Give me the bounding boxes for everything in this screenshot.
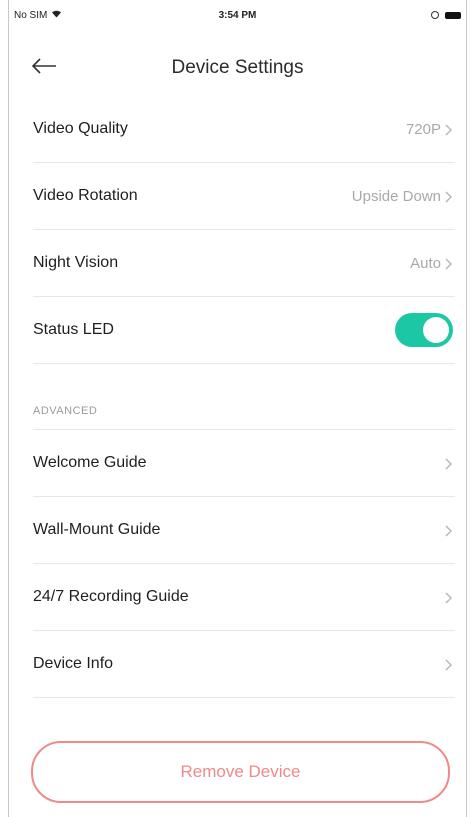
chevron-right-icon	[445, 659, 455, 671]
setting-status-led: Status LED	[33, 297, 455, 364]
settings-list: Video Quality 720P Video Rotation Upside…	[33, 96, 455, 698]
advanced-item-label: Device Info	[33, 655, 114, 672]
chevron-right-icon	[445, 191, 455, 203]
advanced-item-label: Wall-Mount Guide	[33, 521, 161, 538]
chevron-right-icon	[445, 525, 455, 537]
frame-right-edge	[466, 0, 467, 817]
setting-value: Auto	[410, 254, 441, 272]
setting-label: Night Vision	[33, 254, 119, 271]
section-header-advanced: ADVANCED	[33, 364, 455, 430]
advanced-item-device-info[interactable]: Device Info	[33, 631, 455, 698]
setting-value-group: 720P	[406, 121, 455, 138]
advanced-item-recording-guide[interactable]: 24/7 Recording Guide	[33, 564, 455, 631]
chevron-right-icon	[445, 258, 455, 270]
page-title: Device Settings	[171, 57, 304, 78]
setting-video-rotation[interactable]: Video Rotation Upside Down	[33, 163, 455, 230]
status-time: 3:54 PM	[218, 9, 257, 21]
status-bar: No SIM 3:54 PM	[8, 0, 467, 30]
back-button[interactable]	[28, 52, 60, 84]
advanced-item-welcome-guide[interactable]: Welcome Guide	[33, 430, 455, 497]
status-led-toggle[interactable]	[395, 313, 453, 347]
setting-value: Upside Down	[351, 187, 441, 205]
chevron-right-icon	[445, 458, 455, 470]
setting-label: Video Rotation	[33, 187, 138, 204]
chevron-right-icon	[445, 592, 455, 604]
setting-value-group: Auto	[410, 255, 455, 272]
advanced-item-wall-mount-guide[interactable]: Wall-Mount Guide	[33, 497, 455, 564]
setting-label: Video Quality	[33, 120, 128, 137]
setting-night-vision[interactable]: Night Vision Auto	[33, 230, 455, 297]
setting-value: 720P	[405, 120, 441, 138]
chevron-right-icon	[445, 124, 455, 136]
setting-value-group: Upside Down	[352, 188, 455, 205]
frame-left-edge	[8, 0, 9, 817]
back-arrow-icon	[31, 57, 57, 79]
remove-device-button[interactable]: Remove Device	[31, 741, 450, 803]
toggle-knob	[423, 317, 449, 343]
advanced-item-label: 24/7 Recording Guide	[33, 588, 189, 605]
navigation-bar: Device Settings	[8, 40, 467, 96]
setting-label: Status LED	[33, 321, 114, 338]
advanced-item-label: Welcome Guide	[33, 454, 147, 471]
setting-video-quality[interactable]: Video Quality 720P	[33, 96, 455, 163]
